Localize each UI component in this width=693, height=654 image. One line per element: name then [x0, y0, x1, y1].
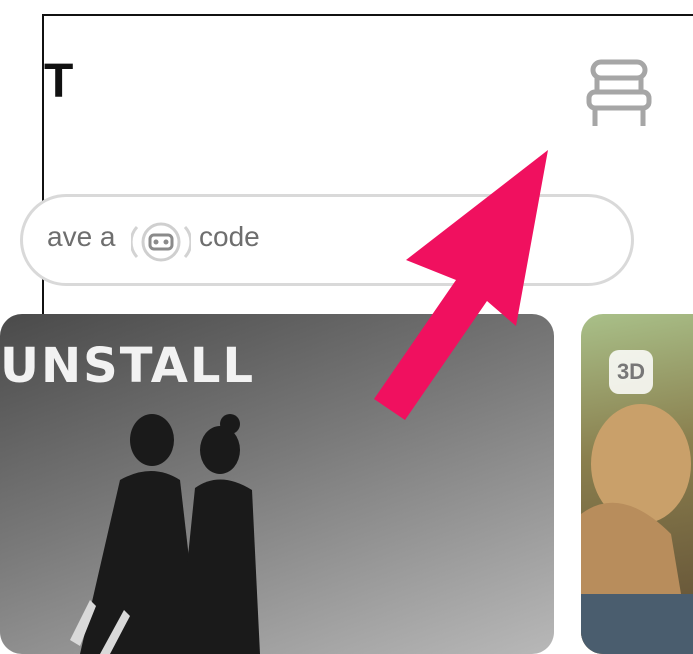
arrow-annotation: [370, 150, 560, 420]
content-card-3d[interactable]: 3D: [581, 314, 693, 654]
seat-icon[interactable]: [583, 58, 655, 130]
page-title: T: [44, 55, 74, 108]
couple-photo: [60, 410, 360, 654]
window-edge-top: [42, 14, 693, 16]
card-title: UNSTALL: [0, 338, 256, 394]
vr-headset-icon: [129, 217, 193, 267]
3d-badge: 3D: [609, 350, 653, 394]
code-field-prefix: ave a: [47, 221, 116, 252]
code-field-suffix: code: [199, 221, 260, 252]
